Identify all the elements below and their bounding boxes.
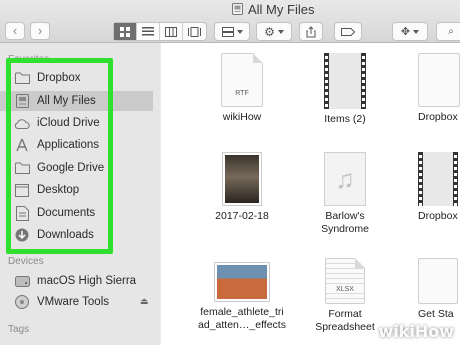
file-name: Format Spreadsheet xyxy=(315,308,375,333)
tags-heading: Tags xyxy=(8,324,30,335)
sidebar-item-label: Downloads xyxy=(37,229,94,241)
sidebar-item-dropbox[interactable]: Dropbox xyxy=(13,68,80,88)
file-name: Dropbox xyxy=(418,210,458,222)
dropbox-button[interactable]: ✥ xyxy=(392,22,428,41)
search-button[interactable]: ⌕ xyxy=(436,22,460,41)
file-item[interactable]: Items (2) xyxy=(315,53,375,126)
sidebar-item-label: iCloud Drive xyxy=(37,117,100,129)
file-name: Get Sta xyxy=(418,308,454,320)
sidebar-item-google-drive[interactable]: Google Drive xyxy=(13,158,104,178)
sidebar-item-label: All My Files xyxy=(37,95,96,107)
all-files-icon xyxy=(232,3,243,15)
icon-view-button[interactable] xyxy=(114,23,137,40)
sidebar-item-label: Documents xyxy=(37,207,96,219)
view-mode-group xyxy=(113,22,207,41)
sidebar-item-label: Desktop xyxy=(37,184,80,196)
gear-icon: ⚙ xyxy=(264,24,275,39)
column-view-button[interactable] xyxy=(160,23,183,40)
columns-icon xyxy=(165,26,177,37)
back-button[interactable]: ‹ xyxy=(5,22,25,40)
wikihow-watermark: wikiHow xyxy=(378,322,454,341)
action-button[interactable]: ⚙ xyxy=(256,22,292,41)
gallery-view-button[interactable] xyxy=(183,23,206,40)
chevron-down-icon xyxy=(236,29,243,34)
devices-heading: Devices xyxy=(8,256,44,267)
file-name: wikiHow xyxy=(222,111,262,123)
cloud-icon xyxy=(13,115,31,131)
file-item[interactable]: Dropbox xyxy=(418,53,460,124)
sidebar-item-label: Dropbox xyxy=(37,72,81,84)
list-view-button[interactable] xyxy=(137,23,160,40)
sidebar-item-label: Applications xyxy=(37,139,100,151)
file-name: female_athlete_tri ad_atten…_effects xyxy=(198,306,286,331)
share-icon xyxy=(306,25,316,37)
tag-button[interactable] xyxy=(334,22,362,41)
window-title-text: All My Files xyxy=(248,1,315,17)
image-thumbnail xyxy=(214,262,270,302)
file-name: 2017-02-18 xyxy=(215,210,269,222)
folder-icon xyxy=(13,70,31,86)
file-item[interactable]: Dropbox xyxy=(418,152,460,223)
forward-button[interactable]: › xyxy=(30,22,50,40)
sidebar-item-downloads[interactable]: Downloads xyxy=(13,225,94,245)
chevron-down-icon xyxy=(413,29,420,34)
gallery-icon xyxy=(188,26,201,37)
file-item[interactable]: RTF wikiHow xyxy=(212,53,272,124)
photo-thumbnail xyxy=(222,152,262,206)
chevron-down-icon xyxy=(277,29,284,34)
file-name: Dropbox xyxy=(418,111,458,123)
arrange-button[interactable] xyxy=(214,22,250,41)
sidebar-item-label: VMware Tools xyxy=(37,296,110,308)
eject-icon[interactable]: ⏏ xyxy=(140,296,149,307)
downloads-icon xyxy=(13,227,31,243)
document-icon xyxy=(418,258,458,304)
grid-icon xyxy=(119,26,130,37)
sidebar-item-vmware-tools[interactable]: VMware Tools xyxy=(13,292,109,312)
file-name: Barlow's Syndrome xyxy=(321,210,369,235)
file-item[interactable]: XLSX Format Spreadsheet xyxy=(311,258,379,334)
document-icon xyxy=(418,53,460,107)
file-item[interactable]: ♫ Barlow's Syndrome xyxy=(309,152,381,236)
tag-icon xyxy=(341,27,355,36)
documents-icon xyxy=(13,205,31,221)
window-title: All My Files xyxy=(232,1,314,17)
sidebar-item-macos-high-sierra[interactable]: macOS High Sierra xyxy=(13,271,136,291)
disk-icon xyxy=(13,294,31,310)
rtf-file-icon: RTF xyxy=(221,53,263,107)
file-item[interactable]: 2017-02-18 xyxy=(204,152,280,223)
film-icon xyxy=(418,152,458,206)
all-files-icon xyxy=(13,93,31,109)
sidebar-scrollbar[interactable] xyxy=(153,43,160,345)
dropbox-icon: ✥ xyxy=(400,26,411,38)
applications-icon xyxy=(13,137,31,153)
toolbar: ‹ › All My Files ⚙ ✥ ⌕ xyxy=(0,0,460,43)
favorites-heading: Favorites xyxy=(8,54,50,65)
search-icon: ⌕ xyxy=(448,26,454,37)
sidebar-item-label: macOS High Sierra xyxy=(37,275,137,287)
file-name: Items (2) xyxy=(324,113,366,125)
music-file-icon: ♫ xyxy=(324,152,366,206)
sidebar-item-icloud-drive[interactable]: iCloud Drive xyxy=(13,113,100,133)
list-icon xyxy=(142,27,154,36)
share-button[interactable] xyxy=(299,22,323,41)
sidebar-item-label: Google Drive xyxy=(37,162,105,174)
chevron-left-icon: ‹ xyxy=(12,23,18,38)
sidebar-item-desktop[interactable]: Desktop xyxy=(13,180,79,200)
file-item[interactable]: Get Sta xyxy=(418,258,460,321)
sidebar-item-applications[interactable]: Applications xyxy=(13,135,99,155)
chevron-right-icon: › xyxy=(37,23,43,38)
folder-icon xyxy=(13,160,31,176)
sidebar-item-all-my-files[interactable]: All My Files xyxy=(0,91,153,111)
desktop-icon xyxy=(13,182,31,198)
disk-icon xyxy=(13,273,31,289)
spreadsheet-file-icon: XLSX xyxy=(325,258,365,304)
arrange-icon xyxy=(221,26,234,37)
film-icon xyxy=(324,53,366,109)
file-item[interactable]: female_athlete_tri ad_atten…_effects xyxy=(189,262,295,332)
sidebar-item-documents[interactable]: Documents xyxy=(13,203,95,223)
